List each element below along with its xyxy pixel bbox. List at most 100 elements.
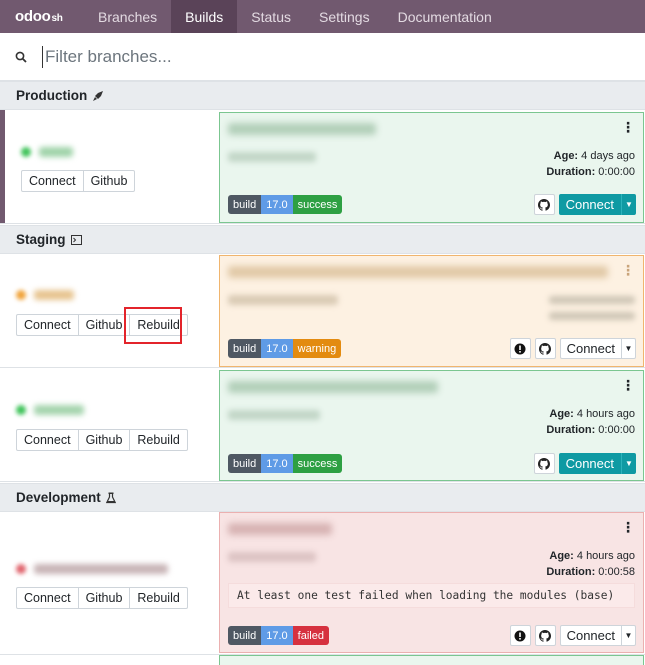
caret-down-icon[interactable]: ▼ xyxy=(622,625,636,646)
alert-icon[interactable] xyxy=(509,338,531,359)
top-navbar: odoo sh Branches Builds Status Settings D… xyxy=(0,0,645,33)
github-button[interactable]: Github xyxy=(78,429,131,451)
more-options-icon[interactable]: ⋮ xyxy=(621,378,635,392)
branch-name-text xyxy=(34,564,168,574)
caret-down-icon[interactable]: ▼ xyxy=(622,338,636,359)
nav-settings[interactable]: Settings xyxy=(305,0,384,33)
connect-dropdown[interactable]: Connect ▼ xyxy=(558,453,636,474)
duration-value: 0:00:58 xyxy=(598,566,635,578)
rebuild-highlight xyxy=(124,307,182,344)
duration-value: 0:00:00 xyxy=(598,424,635,436)
nav-builds[interactable]: Builds xyxy=(171,0,238,33)
branch-name[interactable] xyxy=(21,147,73,157)
status-dot xyxy=(16,564,26,574)
build-actions: Connect ▼ xyxy=(533,194,636,215)
section-staging: Staging xyxy=(0,225,645,254)
build-card[interactable]: ⋮ Age: 4 hours ago Duration: 0:00:00 bui… xyxy=(219,370,644,481)
build-actions: Connect ▼ xyxy=(509,625,636,646)
section-title: Development xyxy=(16,490,101,505)
branch-name[interactable] xyxy=(16,290,74,300)
connect-main-button[interactable]: Connect xyxy=(558,453,621,474)
connect-dropdown[interactable]: Connect ▼ xyxy=(559,338,636,359)
github-icon[interactable] xyxy=(534,625,556,646)
nav-status[interactable]: Status xyxy=(237,0,305,33)
connect-button[interactable]: Connect xyxy=(16,314,79,336)
badge-build: build xyxy=(228,195,262,214)
github-icon[interactable] xyxy=(534,338,556,359)
badge-status: failed xyxy=(292,626,329,645)
more-options-icon[interactable]: ⋮ xyxy=(621,263,635,277)
branch-info: Connect Github Rebuild xyxy=(0,253,219,367)
badge-build: build xyxy=(228,626,262,645)
connect-dropdown[interactable]: Connect ▼ xyxy=(559,625,636,646)
branch-row-staging-2: Connect Github Rebuild ⋮ Age: 4 hours ag… xyxy=(0,368,645,482)
alert-icon[interactable] xyxy=(509,625,531,646)
connect-dropdown[interactable]: Connect ▼ xyxy=(558,194,636,215)
github-icon[interactable] xyxy=(533,194,555,215)
build-card[interactable]: ⋮ Age: 4 days ago Duration: 0:00:00 buil… xyxy=(219,112,644,223)
branch-actions: Connect Github Rebuild xyxy=(16,587,188,609)
age-value: 4 hours ago xyxy=(576,550,635,562)
terminal-icon xyxy=(70,234,82,245)
build-card[interactable]: ⋮ Age: 4 hours ago Duration: 0:00:58 At … xyxy=(219,512,644,653)
github-icon[interactable] xyxy=(533,453,555,474)
branch-row-staging-1: Connect Github Rebuild ⋮ build 17.0 warn… xyxy=(0,253,645,368)
more-options-icon[interactable]: ⋮ xyxy=(621,120,635,134)
branch-row-partial xyxy=(0,655,645,665)
age-value: 4 days ago xyxy=(581,150,635,162)
build-badges: build 17.0 warning xyxy=(228,339,342,358)
branch-info: Connect Github xyxy=(0,110,219,223)
build-badges: build 17.0 success xyxy=(228,454,343,473)
github-button[interactable]: Github xyxy=(83,170,136,192)
build-card[interactable]: ⋮ build 17.0 warning Connect ▼ xyxy=(219,255,644,367)
badge-build: build xyxy=(228,339,262,358)
build-actions: Connect ▼ xyxy=(509,338,636,359)
github-button[interactable]: Github xyxy=(78,587,131,609)
commit-title xyxy=(228,123,376,135)
duration-label: Duration: xyxy=(546,424,596,436)
nav-branches[interactable]: Branches xyxy=(84,0,171,33)
section-title: Staging xyxy=(16,232,66,247)
connect-main-button[interactable]: Connect xyxy=(558,194,621,215)
more-options-icon[interactable]: ⋮ xyxy=(621,520,635,534)
branch-info: Connect Github Rebuild xyxy=(0,512,219,654)
connect-main-button[interactable]: Connect xyxy=(559,625,622,646)
branch-name-text xyxy=(39,147,73,157)
branch-row-production: Connect Github ⋮ Age: 4 days ago Duratio… xyxy=(0,110,645,224)
github-button[interactable]: Github xyxy=(78,314,131,336)
rebuild-button[interactable]: Rebuild xyxy=(130,429,188,451)
duration-label: Duration: xyxy=(546,166,596,178)
build-card[interactable] xyxy=(219,655,644,665)
status-dot xyxy=(16,405,26,415)
badge-version: 17.0 xyxy=(261,339,293,358)
status-dot xyxy=(21,147,31,157)
status-dot xyxy=(16,290,26,300)
odoo-sh-logo[interactable]: odoo sh xyxy=(0,0,84,33)
caret-down-icon[interactable]: ▼ xyxy=(621,453,636,474)
badge-version: 17.0 xyxy=(261,626,293,645)
age-label: Age: xyxy=(553,150,579,162)
filter-branches-input[interactable] xyxy=(42,45,602,68)
connect-main-button[interactable]: Connect xyxy=(559,338,622,359)
section-production: Production xyxy=(0,81,645,110)
connect-button[interactable]: Connect xyxy=(16,429,79,451)
badge-version: 17.0 xyxy=(261,195,293,214)
build-log-message: At least one test failed when loading th… xyxy=(228,583,635,608)
nav-documentation[interactable]: Documentation xyxy=(384,0,506,33)
rebuild-button[interactable]: Rebuild xyxy=(130,587,188,609)
age-label: Age: xyxy=(549,408,574,420)
logo-suffix: sh xyxy=(51,12,63,24)
badge-status: warning xyxy=(292,339,342,358)
branch-name[interactable] xyxy=(16,564,168,574)
caret-down-icon[interactable]: ▼ xyxy=(621,194,636,215)
flask-icon xyxy=(105,492,116,504)
connect-button[interactable]: Connect xyxy=(21,170,84,192)
build-meta: Age: 4 days ago Duration: 0:00:00 xyxy=(546,148,635,180)
branch-name-text xyxy=(34,290,74,300)
build-actions: Connect ▼ xyxy=(533,453,636,474)
connect-button[interactable]: Connect xyxy=(16,587,79,609)
commit-author xyxy=(228,152,316,162)
branch-name[interactable] xyxy=(16,405,84,415)
logo-text: odoo xyxy=(15,8,51,25)
commit-title xyxy=(228,266,608,278)
